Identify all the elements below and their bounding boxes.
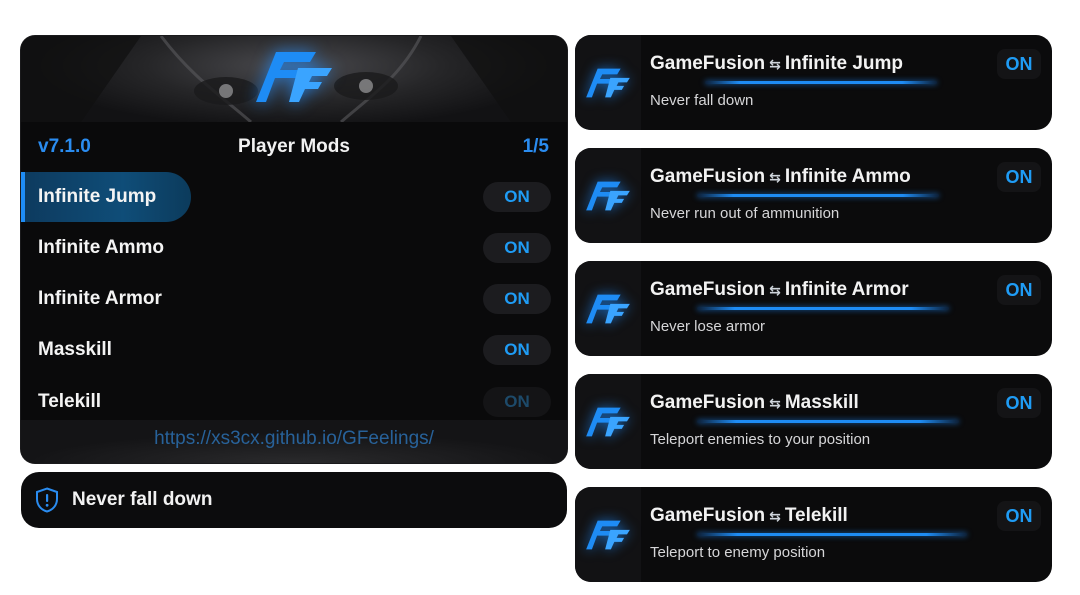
swap-arrows-icon: ⇆ (769, 395, 781, 411)
notification-progress-bar (697, 420, 959, 423)
notification-logo (575, 374, 641, 469)
menu-version: v7.1.0 (38, 136, 91, 157)
notification-status: ON (997, 501, 1041, 531)
swap-arrows-icon: ⇆ (769, 508, 781, 524)
mod-item-label: Infinite Armor (38, 288, 162, 309)
swap-arrows-icon: ⇆ (769, 56, 781, 72)
notification-title: GameFusion ⇆ Infinite Jump (650, 53, 903, 75)
mod-toggle-telekill[interactable]: ON (483, 387, 551, 417)
shield-alert-icon (36, 487, 58, 513)
mod-toggle-infinite-ammo[interactable]: ON (483, 233, 551, 263)
notification-mod-name: Infinite Ammo (784, 166, 911, 187)
notification-logo (575, 35, 641, 130)
mod-toggle-infinite-jump[interactable]: ON (483, 182, 551, 212)
notification-mod-name: Infinite Armor (784, 279, 909, 300)
mod-toggle-infinite-armor[interactable]: ON (483, 284, 551, 314)
mod-item-infinite-ammo[interactable]: Infinite Ammo ON (21, 223, 567, 273)
notification-card[interactable]: GameFusion ⇆ Infinite Jump Never fall down… (575, 35, 1052, 130)
menu-title: Player Mods (238, 136, 350, 157)
mod-description-text: Never fall down (72, 489, 213, 510)
notification-app-name: GameFusion (650, 166, 766, 187)
notification-mod-name: Telekill (784, 505, 848, 526)
mod-item-label: Infinite Jump (38, 186, 157, 207)
mod-item-label: Infinite Ammo (38, 237, 164, 258)
notification-app-name: GameFusion (650, 392, 766, 413)
menu-titlebar: v7.1.0 Player Mods 1/5 (21, 122, 567, 172)
gamefusion-logo-icon (586, 407, 630, 436)
notification-progress-bar (697, 194, 939, 197)
notification-status: ON (997, 388, 1041, 418)
notification-card[interactable]: GameFusion ⇆ Masskill Teleport enemies to … (575, 374, 1052, 469)
gamefusion-logo-icon (586, 181, 630, 210)
notification-mod-name: Infinite Jump (784, 53, 904, 74)
notification-logo (575, 261, 641, 356)
notification-description: Never run out of ammunition (650, 205, 840, 222)
notification-description: Teleport to enemy position (650, 544, 826, 561)
notification-app-name: GameFusion (650, 279, 766, 300)
notification-title: GameFusion ⇆ Infinite Armor (650, 279, 909, 301)
notification-description: Teleport enemies to your position (650, 431, 871, 448)
mod-item-infinite-jump[interactable]: Infinite Jump ON (21, 172, 567, 222)
swap-arrows-icon: ⇆ (769, 282, 781, 298)
mod-menu-panel: v7.1.0 Player Mods 1/5 Infinite Jump ON … (21, 36, 567, 463)
notification-progress-bar (697, 533, 967, 536)
notification-card[interactable]: GameFusion ⇆ Telekill Teleport to enemy po… (575, 487, 1052, 582)
notification-description: Never fall down (650, 92, 754, 109)
menu-footer-link[interactable]: https://xs3cx.github.io/GFeelings/ (21, 428, 567, 450)
notification-status: ON (997, 275, 1041, 305)
notification-status: ON (997, 49, 1041, 79)
mod-item-label: Telekill (38, 391, 102, 412)
notification-logo (575, 148, 641, 243)
menu-page-indicator[interactable]: 1/5 (523, 136, 549, 158)
gamefusion-logo-icon (256, 52, 332, 102)
mod-description-bar: Never fall down (21, 472, 567, 528)
notification-card[interactable]: GameFusion ⇆ Infinite Armor Never lose arm… (575, 261, 1052, 356)
gamefusion-logo-icon (586, 294, 630, 323)
mod-toggle-masskill[interactable]: ON (483, 335, 551, 365)
mod-item-infinite-armor[interactable]: Infinite Armor ON (21, 274, 567, 324)
notification-title: GameFusion ⇆ Telekill (650, 505, 848, 527)
notification-title: GameFusion ⇆ Masskill (650, 392, 859, 414)
notification-title: GameFusion ⇆ Infinite Ammo (650, 166, 911, 188)
gamefusion-logo-icon (586, 520, 630, 549)
notification-progress-bar (697, 307, 949, 310)
notification-description: Never lose armor (650, 318, 766, 335)
notification-card[interactable]: GameFusion ⇆ Infinite Ammo Never run out o… (575, 148, 1052, 243)
gamefusion-logo-icon (586, 68, 630, 97)
notification-status: ON (997, 162, 1041, 192)
notification-app-name: GameFusion (650, 53, 766, 74)
swap-arrows-icon: ⇆ (769, 169, 781, 185)
mod-item-masskill[interactable]: Masskill ON (21, 325, 567, 375)
notification-progress-bar (705, 81, 937, 84)
notification-app-name: GameFusion (650, 505, 766, 526)
menu-header-banner (21, 36, 567, 122)
notification-logo (575, 487, 641, 582)
notification-mod-name: Masskill (784, 392, 859, 413)
mod-item-label: Masskill (38, 339, 112, 360)
